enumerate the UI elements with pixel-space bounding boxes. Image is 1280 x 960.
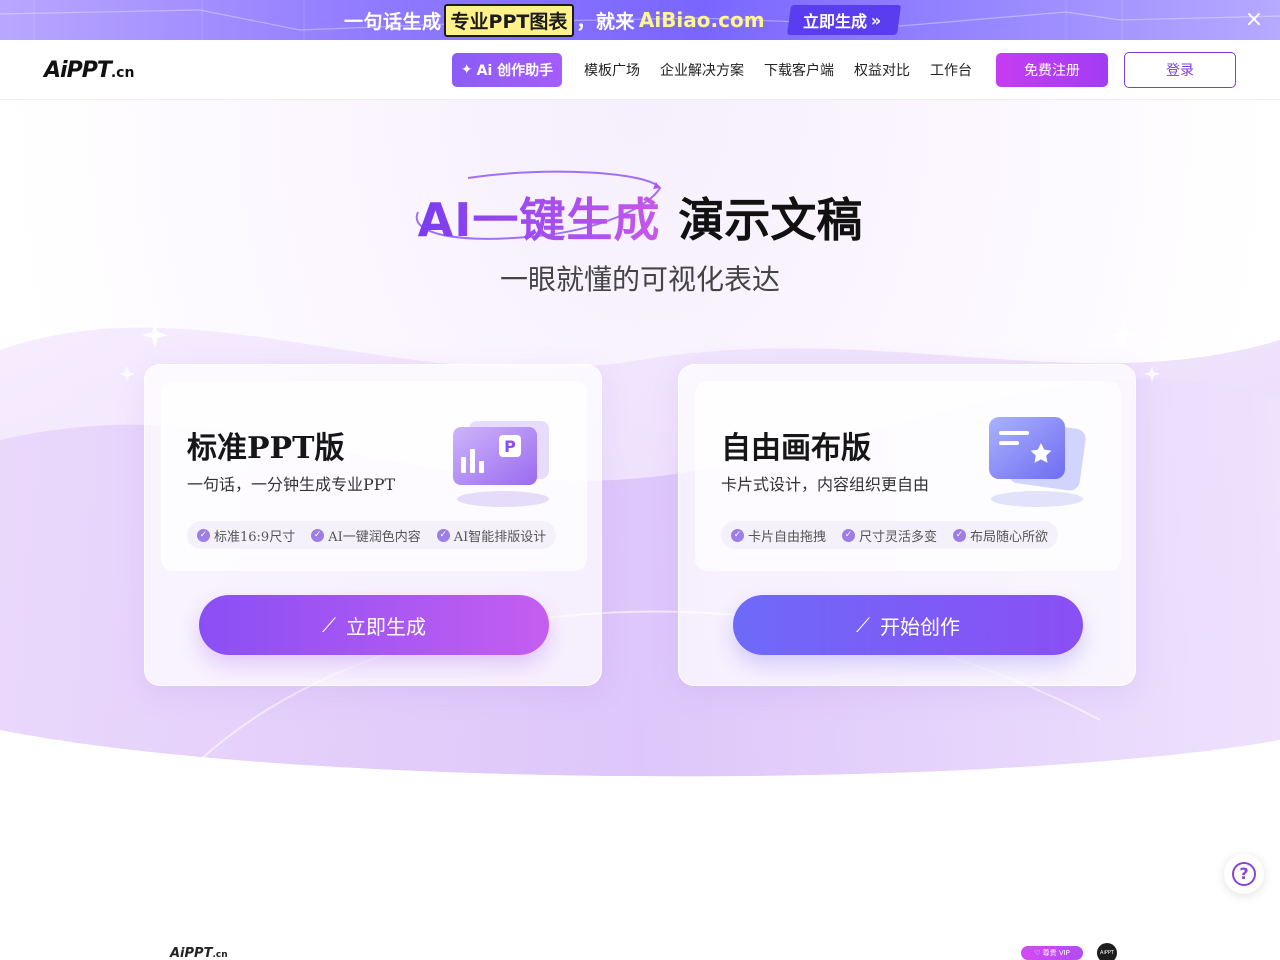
ai-assistant-label: Ai 创作助手 (476, 63, 554, 79)
footer-logo: AiPPT.cn (170, 946, 228, 960)
hero-subtitle: 一眼就懂的可视化表达 (499, 263, 780, 296)
card-description: 卡片式设计，内容组织更自由 (721, 475, 930, 494)
check-icon: ✓ (311, 528, 325, 542)
generate-now-label: 立即生成 (346, 614, 426, 639)
site-logo[interactable]: AiPPT.cn (44, 58, 134, 83)
promo-domain: AiBiao.com (638, 8, 765, 32)
magic-wand-icon: ⟋ (856, 613, 870, 637)
footer-logo-suffix: .cn (212, 950, 228, 960)
logo-main: AiPPT (44, 58, 112, 83)
vip-badge: ♡ 尊贵 VIP (1021, 946, 1083, 960)
card-feature-tags: ✓ 标准16:9尺寸 ✓ AI一键润色内容 ✓ AI智能排版设计 (187, 521, 557, 549)
register-button[interactable]: 免费注册 (996, 53, 1108, 87)
nav-enterprise-solutions[interactable]: 企业解决方案 (660, 60, 744, 80)
logo-suffix: .cn (110, 65, 135, 81)
promo-cta-button[interactable]: 立即生成 » (786, 5, 902, 35)
standard-ppt-card[interactable]: 标准PPT版 一句话，一分钟生成专业PPT ✓ 标准16:9尺寸 ✓ AI一键润色内… (144, 364, 602, 686)
footer-logo-main: AiPPT (170, 946, 213, 960)
card-title: 自由画布版 (721, 431, 871, 466)
promo-highlight: 专业PPT图表 (443, 3, 575, 37)
main-nav: 模板广场 企业解决方案 下载客户端 权益对比 工作台 (584, 60, 992, 80)
ai-assistant-button[interactable]: ✦ Ai 创作助手 (452, 53, 562, 87)
hero-title-dark: 演示文稿 (678, 193, 863, 247)
question-icon: ? (1232, 862, 1256, 886)
feature-tag-label: 标准16:9尺寸 (214, 529, 296, 545)
double-chevron-right-icon: » (870, 10, 881, 30)
check-icon: ✓ (731, 528, 744, 542)
nav-benefits-compare[interactable]: 权益对比 (854, 60, 910, 80)
feature-tag-label: AI一键润色内容 (328, 529, 421, 545)
check-icon: ✓ (842, 528, 856, 542)
start-creating-label: 开始创作 (880, 614, 960, 639)
login-button[interactable]: 登录 (1124, 52, 1236, 88)
generate-now-button[interactable]: ⟋ 立即生成 (199, 595, 549, 655)
ppt-chart-icon: P (453, 421, 549, 507)
nav-download-client[interactable]: 下载客户端 (764, 60, 834, 80)
feature-tag: ✓ AI智能排版设计 (436, 526, 547, 545)
canvas-card-icon (989, 417, 1086, 507)
sparkle-icon: ✦ (460, 62, 473, 78)
magic-wand-icon: ⟋ (322, 613, 336, 637)
promo-text-middle: ，就来 (576, 10, 635, 33)
start-creating-button[interactable]: ⟋ 开始创作 (733, 595, 1083, 655)
help-button[interactable]: ? (1224, 854, 1264, 894)
free-canvas-card[interactable]: 自由画布版 卡片式设计，内容组织更自由 ✓ 卡片自由拖拽 ✓ 尺寸灵活多变 ✓ 布局随… (678, 364, 1136, 686)
feature-tag-label: 卡片自由拖拽 (748, 529, 827, 545)
card-feature-tags: ✓ 卡片自由拖拽 ✓ 尺寸灵活多变 ✓ 布局随心所欲 (721, 521, 1059, 549)
avatar: AiPPT (1097, 943, 1117, 960)
hero-title-gradient: AI一键生成 (417, 193, 661, 247)
card-description: 一句话，一分钟生成专业PPT (187, 475, 396, 494)
feature-tag: ✓ 卡片自由拖拽 (731, 526, 826, 545)
feature-tag-label: AI智能排版设计 (453, 529, 547, 545)
hero-title: AI一键生成 演示文稿 (0, 184, 1280, 250)
close-icon[interactable]: × (1242, 8, 1266, 32)
feature-tag: ✓ 标准16:9尺寸 (197, 526, 295, 545)
nav-template-plaza[interactable]: 模板广场 (584, 60, 640, 80)
top-navigation: AiPPT.cn ✦ Ai 创作助手 模板广场 企业解决方案 下载客户端 权益对… (0, 40, 1280, 100)
check-icon: ✓ (953, 528, 967, 542)
promo-banner[interactable]: 一句话生成 专业PPT图表 ，就来 AiBiao.com 立即生成 » × (0, 0, 1280, 40)
promo-text-before: 一句话生成 (344, 10, 442, 33)
feature-tag: ✓ 布局随心所欲 (953, 526, 1048, 545)
nav-workspace[interactable]: 工作台 (930, 60, 972, 80)
svg-text:P: P (504, 437, 516, 456)
feature-tag: ✓ 尺寸灵活多变 (842, 526, 937, 545)
feature-tag: ✓ AI一键润色内容 (311, 526, 421, 545)
card-title: 标准PPT版 (187, 431, 345, 466)
feature-tag-label: 布局随心所欲 (970, 529, 1049, 545)
feature-tag-label: 尺寸灵活多变 (859, 529, 938, 545)
promo-cta-label: 立即生成 (802, 12, 867, 31)
check-icon: ✓ (436, 528, 450, 542)
hero-section: AI一键生成 演示文稿 一眼就懂的可视化表达 标准PPT版 一句话，一分钟生成专业… (0, 100, 1280, 960)
check-icon: ✓ (197, 528, 210, 542)
